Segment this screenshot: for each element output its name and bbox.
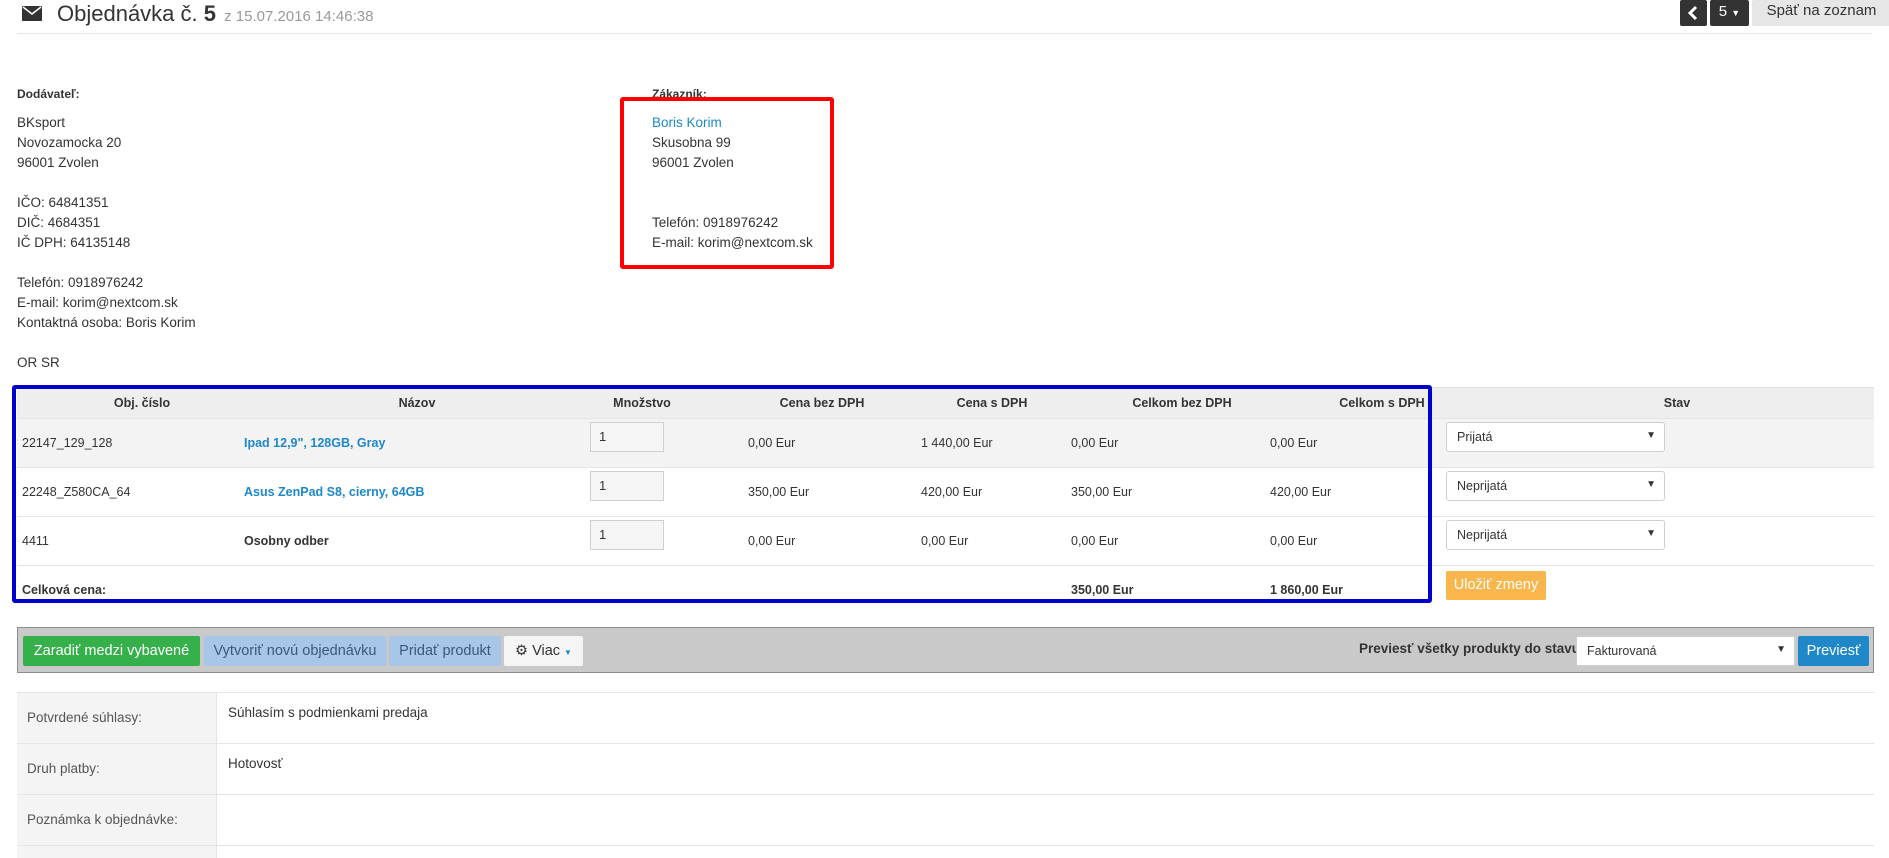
detail-label [17,846,217,858]
status-select[interactable]: Prijatá ▼ [1446,422,1665,452]
caret-down-icon: ▼ [1646,479,1656,490]
gear-icon: ⚙ [515,643,529,659]
mark-processed-button[interactable]: Zaradiť medzi vybavené [23,636,200,666]
supplier-address: BKsport Novozamocka 20 96001 Zvolen [17,115,122,170]
detail-label: Poznámka k objednávke: [17,795,217,846]
order-page-select[interactable]: 5 ▼ [1710,0,1749,26]
detail-value: Hotovosť [228,756,283,771]
caret-down-icon: ▼ [1646,430,1656,441]
move-all-label: Previesť všetky produkty do stavu [1359,641,1581,656]
save-changes-button[interactable]: Uložiť zmeny [1446,571,1546,600]
back-to-list-button[interactable]: Späť na zoznam [1752,0,1889,26]
new-order-button[interactable]: Vytvoriť novú objednávku [204,636,386,666]
customer-highlight-box [620,97,834,269]
detail-value: Súhlasím s podmienkami predaja [228,705,428,720]
detail-label: Potvrdené súhlasy: [17,693,217,744]
move-status-select[interactable]: Fakturovaná ▼ [1576,636,1795,666]
more-dropdown-button[interactable]: ⚙ Viac ▼ [504,636,583,666]
chevron-left-icon [1687,5,1698,21]
detail-row [17,845,1874,858]
supplier-label: Dodávateľ: [17,87,80,101]
envelope-icon [22,6,42,21]
page-header: Objednávka č. 5 z 15.07.2016 14:46:38 5 … [17,0,1889,34]
supplier-contact: Telefón: 0918976242 E-mail: korim@nextco… [17,275,196,330]
products-highlight-box [12,385,1432,603]
status-select[interactable]: Neprijatá ▼ [1446,471,1665,501]
supplier-register: OR SR [17,355,60,370]
add-product-button[interactable]: Pridať produkt [389,636,501,666]
order-number: 5 [203,1,217,26]
supplier-tax-ids: IČO: 64841351 DIČ: 4684351 IČ DPH: 64135… [17,195,131,250]
caret-down-icon: ▼ [564,648,572,657]
previous-order-button[interactable] [1680,0,1707,26]
action-bar: Zaradiť medzi vybavené Vytvoriť novú obj… [17,627,1874,673]
order-date: z 15.07.2016 14:46:38 [224,8,374,25]
page-title: Objednávka č. 5 z 15.07.2016 14:46:38 [57,1,374,26]
detail-row: Druh platby: Hotovosť [17,743,1874,795]
caret-down-icon: ▼ [1731,8,1741,18]
status-select[interactable]: Neprijatá ▼ [1446,520,1665,550]
detail-label: Druh platby: [17,744,217,795]
detail-row: Poznámka k objednávke: [17,794,1874,846]
col-header-status: Stav [1663,396,1691,410]
caret-down-icon: ▼ [1776,644,1786,655]
detail-row: Potvrdené súhlasy: Súhlasím s podmienkam… [17,692,1874,744]
caret-down-icon: ▼ [1646,528,1656,539]
move-all-button[interactable]: Previesť [1798,636,1869,666]
